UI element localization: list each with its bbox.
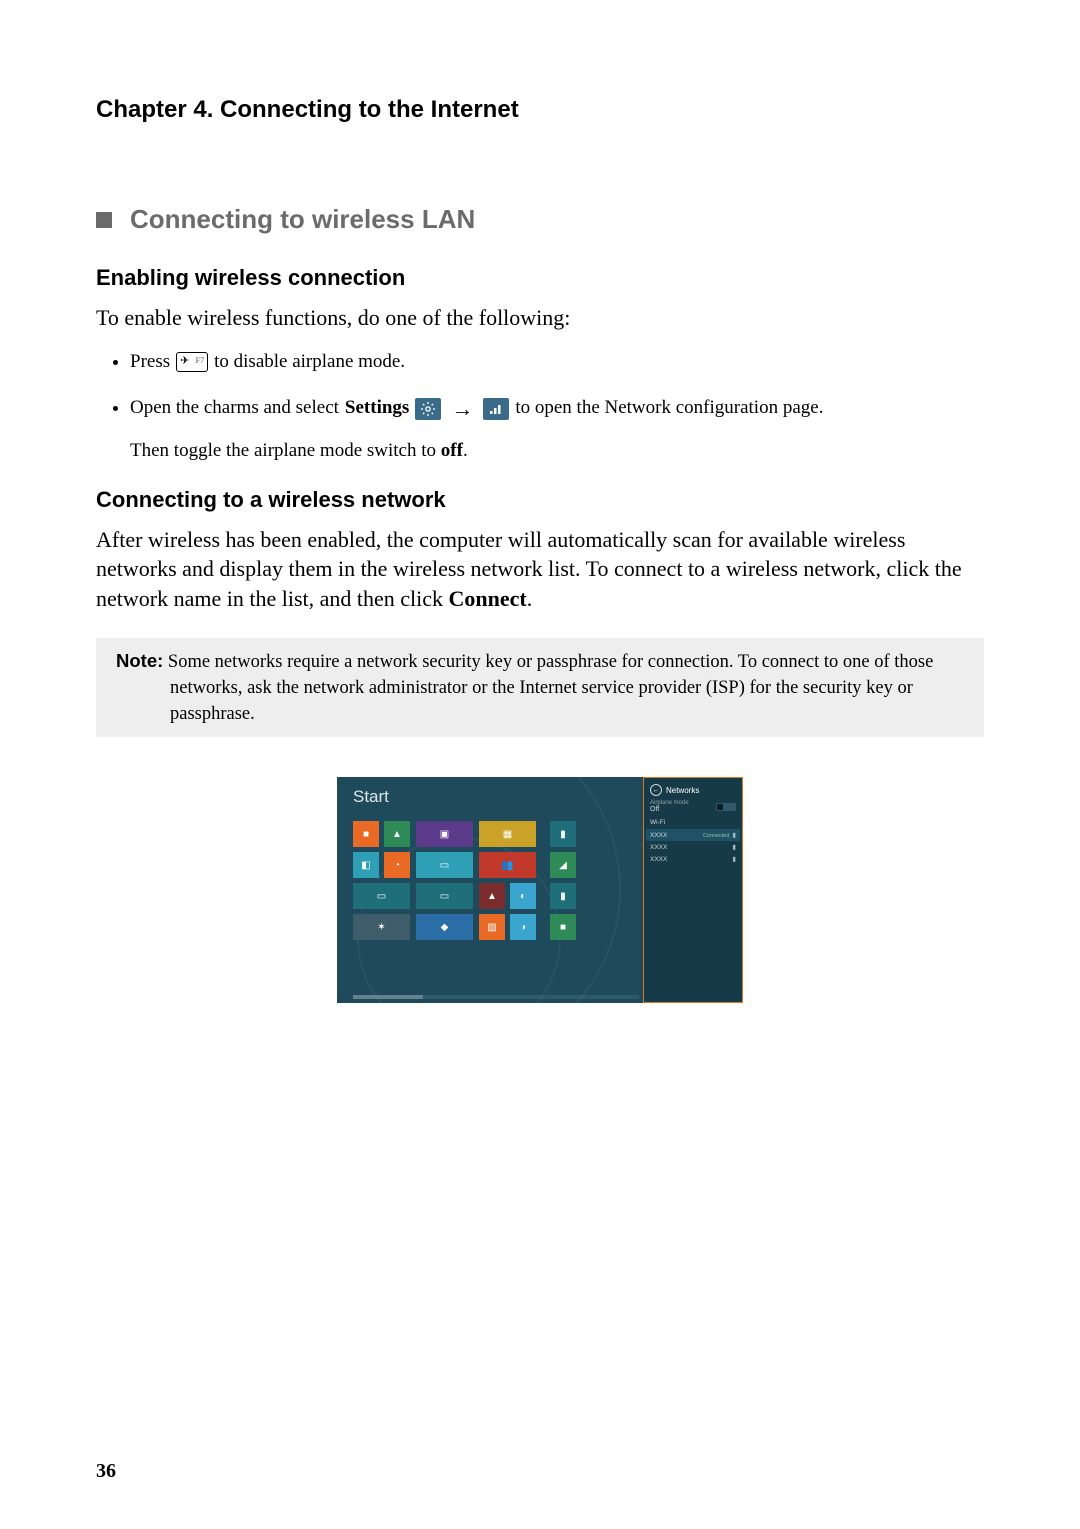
note-text: Some networks require a network security… [168, 652, 933, 724]
note-box: Note: Some networks require a network se… [96, 638, 984, 738]
connect-paragraph: After wireless has been enabled, the com… [96, 525, 984, 614]
tile: ◐ [510, 883, 536, 909]
page-number: 36 [96, 1460, 116, 1483]
tile: ▣ [416, 821, 473, 847]
f7-label: F7 [196, 355, 204, 368]
tile: ◧ [353, 852, 379, 878]
figure-start-screen: Start ■ ▲ ◧ ◔ ▭ [337, 777, 743, 1003]
step1-post: to disable airplane mode. [214, 347, 405, 377]
wifi-network-item[interactable]: XXXX Connected▮ [646, 829, 740, 841]
chapter-title: Chapter 4. Connecting to the Internet [96, 96, 984, 124]
tile: ✶ [353, 914, 410, 940]
signal-icon: ▮ [732, 843, 736, 851]
tile: ▦ [479, 821, 536, 847]
networks-title: Networks [666, 786, 699, 795]
networks-panel: ← Networks Airplane mode Off Wi-Fi XXXX … [643, 777, 743, 1003]
step-open-charms: Open the charms and select Settings → [130, 391, 984, 467]
connect-para-bold: Connect [449, 586, 527, 611]
tile: ▭ [416, 852, 473, 878]
tile: ▲ [384, 821, 410, 847]
settings-label: Settings [345, 393, 409, 423]
tile: ▭ [353, 883, 410, 909]
airplane-key-icon: ✈ F7 [176, 352, 208, 372]
section-heading-row: Connecting to wireless LAN [96, 204, 984, 235]
tile: ▮ [550, 821, 576, 847]
tile: ■ [550, 914, 576, 940]
step-press-key: Press ✈ F7 to disable airplane mode. [130, 347, 984, 377]
tile: ◑ [510, 914, 536, 940]
step2-then-off: off [441, 440, 463, 461]
tile: ◢ [550, 852, 576, 878]
network-signal-icon [483, 398, 509, 420]
arrow-right-icon: → [447, 391, 477, 426]
tile: ◔ [384, 852, 410, 878]
enable-steps-list: Press ✈ F7 to disable airplane mode. Ope… [96, 347, 984, 467]
airplane-mode-value: Off [650, 806, 689, 813]
start-scrollbar[interactable] [353, 995, 639, 999]
signal-icon: ▮ [732, 855, 736, 863]
step2-post: to open the Network configuration page. [515, 393, 823, 423]
connect-para-period: . [527, 586, 533, 611]
note-label: Note: [116, 650, 163, 671]
signal-icon: ▮ [732, 832, 736, 839]
tile: ▭ [416, 883, 473, 909]
step2-pre: Open the charms and select [130, 393, 339, 423]
wifi-name: XXXX [650, 844, 667, 851]
start-tile-grid: ■ ▲ ◧ ◔ ▭ ✶ [353, 821, 635, 940]
wifi-name: XXXX [650, 832, 667, 839]
enable-intro: To enable wireless functions, do one of … [96, 303, 984, 333]
tile: ▲ [479, 883, 505, 909]
wifi-network-item[interactable]: XXXX ▮ [650, 853, 736, 865]
subhead-enable-wireless: Enabling wireless connection [96, 265, 984, 291]
tile: ▮ [550, 883, 576, 909]
step2-then: Then toggle the airplane mode switch to [130, 440, 436, 461]
section-bullet-icon [96, 212, 112, 228]
wifi-network-item[interactable]: XXXX ▮ [650, 841, 736, 853]
airplane-glyph: ✈ [180, 353, 189, 371]
step1-pre: Press [130, 347, 170, 377]
start-screen-label: Start [353, 787, 635, 807]
tile: ■ [353, 821, 379, 847]
tile: ▧ [479, 914, 505, 940]
wifi-status: Connected [703, 833, 730, 839]
section-title: Connecting to wireless LAN [130, 204, 475, 235]
wifi-section-label: Wi-Fi [650, 819, 736, 826]
subhead-connect-network: Connecting to a wireless network [96, 487, 984, 513]
step2-then-period: . [463, 440, 468, 461]
tile: ◆ [416, 914, 473, 940]
networks-back-icon[interactable]: ← [650, 784, 662, 796]
settings-gear-icon [415, 398, 441, 420]
airplane-mode-toggle[interactable] [716, 803, 736, 811]
start-scrollbar-thumb[interactable] [353, 995, 423, 999]
wifi-name: XXXX [650, 856, 667, 863]
tile: 👥 [479, 852, 536, 878]
